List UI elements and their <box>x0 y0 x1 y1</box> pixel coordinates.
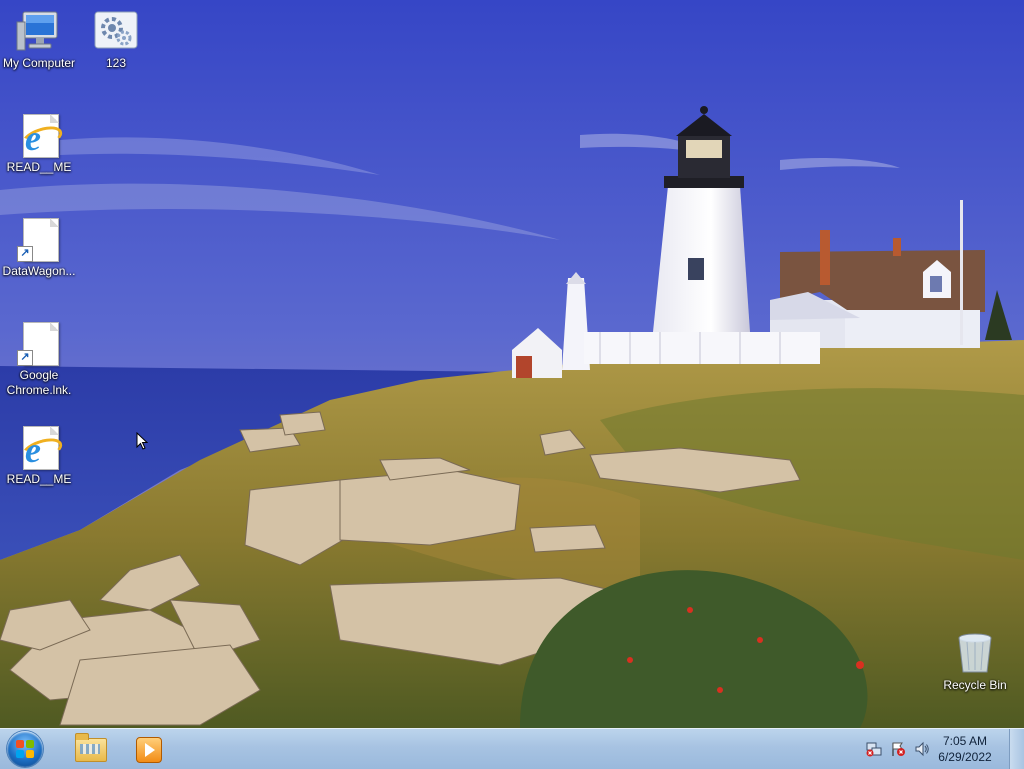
action-center-flag-icon[interactable] <box>890 741 906 757</box>
ie-html-icon: e <box>15 114 66 158</box>
desktop-icon-123[interactable]: 123 <box>77 10 155 71</box>
desktop-icon-label: Google Chrome.lnk. <box>6 368 72 397</box>
desktop-wallpaper <box>0 0 1024 728</box>
shortcut-file-icon: ↗ <box>15 218 63 262</box>
clock-date: 6/29/2022 <box>938 750 992 764</box>
folder-icon <box>75 733 107 762</box>
taskbar: 7:05 AM 6/29/2022 <box>0 728 1024 769</box>
desktop-icon-label: 123 <box>105 56 127 70</box>
settings-gear-icon <box>92 10 140 54</box>
system-clock[interactable]: 7:05 AM 6/29/2022 <box>930 733 1000 765</box>
shortcut-arrow-icon: ↗ <box>17 246 33 262</box>
show-desktop-button[interactable] <box>1009 729 1024 769</box>
start-button[interactable] <box>7 731 43 767</box>
taskbar-windows-explorer-button[interactable] <box>62 731 116 767</box>
volume-icon[interactable] <box>914 741 930 757</box>
desktop-icon-label: Recycle Bin <box>943 678 1007 692</box>
desktop-icon-label: READ__ME <box>6 472 72 486</box>
ie-html-icon: e <box>15 426 66 470</box>
shortcut-file-icon: ↗ <box>15 322 63 366</box>
desktop-icon-recycle-bin[interactable]: Recycle Bin <box>936 632 1014 693</box>
desktop-icon-my-computer[interactable]: My Computer <box>0 10 78 71</box>
mouse-cursor-icon <box>136 432 148 450</box>
media-player-icon <box>136 737 162 763</box>
taskbar-media-player-button[interactable] <box>122 731 176 767</box>
desktop-icon-label: DataWagon... <box>2 264 76 278</box>
desktop-icon-label: READ__ME <box>6 160 72 174</box>
desktop-icon-datawagon[interactable]: ↗ DataWagon... <box>0 218 78 279</box>
network-icon[interactable] <box>866 741 882 757</box>
desktop-icon-google-chrome-lnk[interactable]: ↗ Google Chrome.lnk. <box>0 322 78 398</box>
windows-logo-icon <box>16 740 34 758</box>
clock-time: 7:05 AM <box>942 734 988 748</box>
desktop-icon-label: My Computer <box>2 56 76 70</box>
recycle-bin-icon <box>951 632 999 676</box>
desktop-icon-readme-2[interactable]: e READ__ME <box>0 426 78 487</box>
desktop-icon-readme-1[interactable]: e READ__ME <box>0 114 78 175</box>
shortcut-arrow-icon: ↗ <box>17 350 33 366</box>
computer-icon <box>15 10 63 54</box>
